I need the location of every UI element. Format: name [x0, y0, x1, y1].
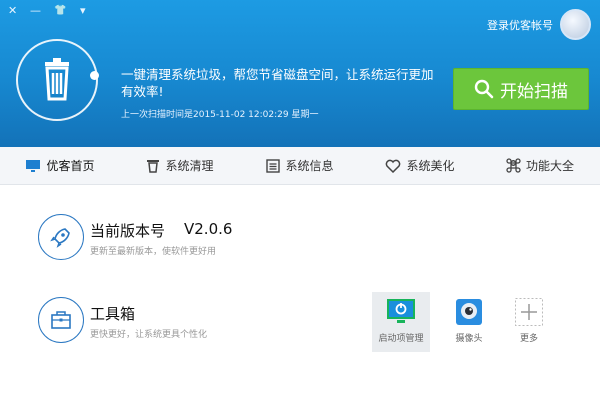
nav-item-features[interactable]: 功能大全	[480, 147, 600, 184]
version-value: V2.0.6	[184, 220, 233, 238]
tool-camera[interactable]: 摄像头	[440, 297, 498, 353]
tool-more[interactable]: 更多	[500, 297, 558, 353]
last-scan-time: 上一次扫描时间是2015-11-02 12:02:29 星期一	[121, 110, 319, 120]
startup-icon	[387, 299, 415, 323]
minimize-icon[interactable]: —	[30, 4, 41, 18]
start-scan-button[interactable]: 开始扫描	[453, 68, 589, 110]
monitor-icon	[26, 159, 41, 172]
tool-label: 摄像头	[455, 334, 483, 344]
start-scan-label: 开始扫描	[500, 81, 568, 102]
toolbox-icon	[38, 297, 84, 343]
app-window: ✕ — 👕 ▾ 登录优客帐号 一键清理系统垃圾，帮您节省磁盘空间，让系统运行更加…	[0, 0, 600, 400]
toolbox-subtitle: 更快更好，让系统更具个性化	[90, 330, 208, 340]
nav-item-sysinfo[interactable]: 系统信息	[240, 147, 360, 184]
nav-label: 功能大全	[525, 159, 574, 173]
nav-label: 优客首页	[46, 159, 95, 173]
tool-label: 启动项管理	[378, 334, 424, 344]
login-link[interactable]: 登录优客帐号	[487, 17, 553, 33]
cleaner-icon	[16, 39, 98, 121]
tool-label: 更多	[519, 334, 538, 344]
nav-label: 系统美化	[406, 159, 455, 173]
close-icon[interactable]: ✕	[8, 4, 17, 18]
main-nav: 优客首页 系统清理 系统信息 系统美化 功能大全	[0, 147, 600, 185]
progress-dot	[90, 71, 99, 80]
skin-icon[interactable]: 👕	[54, 4, 66, 18]
command-icon	[506, 158, 521, 173]
rocket-icon	[38, 214, 84, 260]
tool-startup-manager[interactable]: 启动项管理	[372, 292, 430, 352]
list-icon	[266, 158, 281, 173]
nav-item-clean[interactable]: 系统清理	[120, 147, 240, 184]
heart-icon	[386, 159, 401, 173]
camera-icon	[456, 299, 482, 325]
nav-item-home[interactable]: 优客首页	[0, 147, 120, 184]
trash-icon	[147, 160, 160, 173]
search-icon	[474, 79, 494, 99]
nav-item-beautify[interactable]: 系统美化	[360, 147, 480, 184]
slogan-text: 一键清理系统垃圾，帮您节省磁盘空间，让系统运行更加有效率!	[121, 67, 434, 99]
version-title: 当前版本号	[90, 222, 166, 240]
menu-icon[interactable]: ▾	[80, 4, 86, 18]
avatar[interactable]	[560, 9, 591, 40]
nav-label: 系统清理	[165, 159, 214, 173]
version-subtitle: 更新至最新版本，使软件更好用	[90, 247, 217, 257]
header-banner: ✕ — 👕 ▾ 登录优客帐号 一键清理系统垃圾，帮您节省磁盘空间，让系统运行更加…	[0, 0, 600, 147]
toolbox-title: 工具箱	[90, 305, 136, 323]
nav-label: 系统信息	[285, 159, 334, 173]
plus-icon	[515, 298, 543, 326]
